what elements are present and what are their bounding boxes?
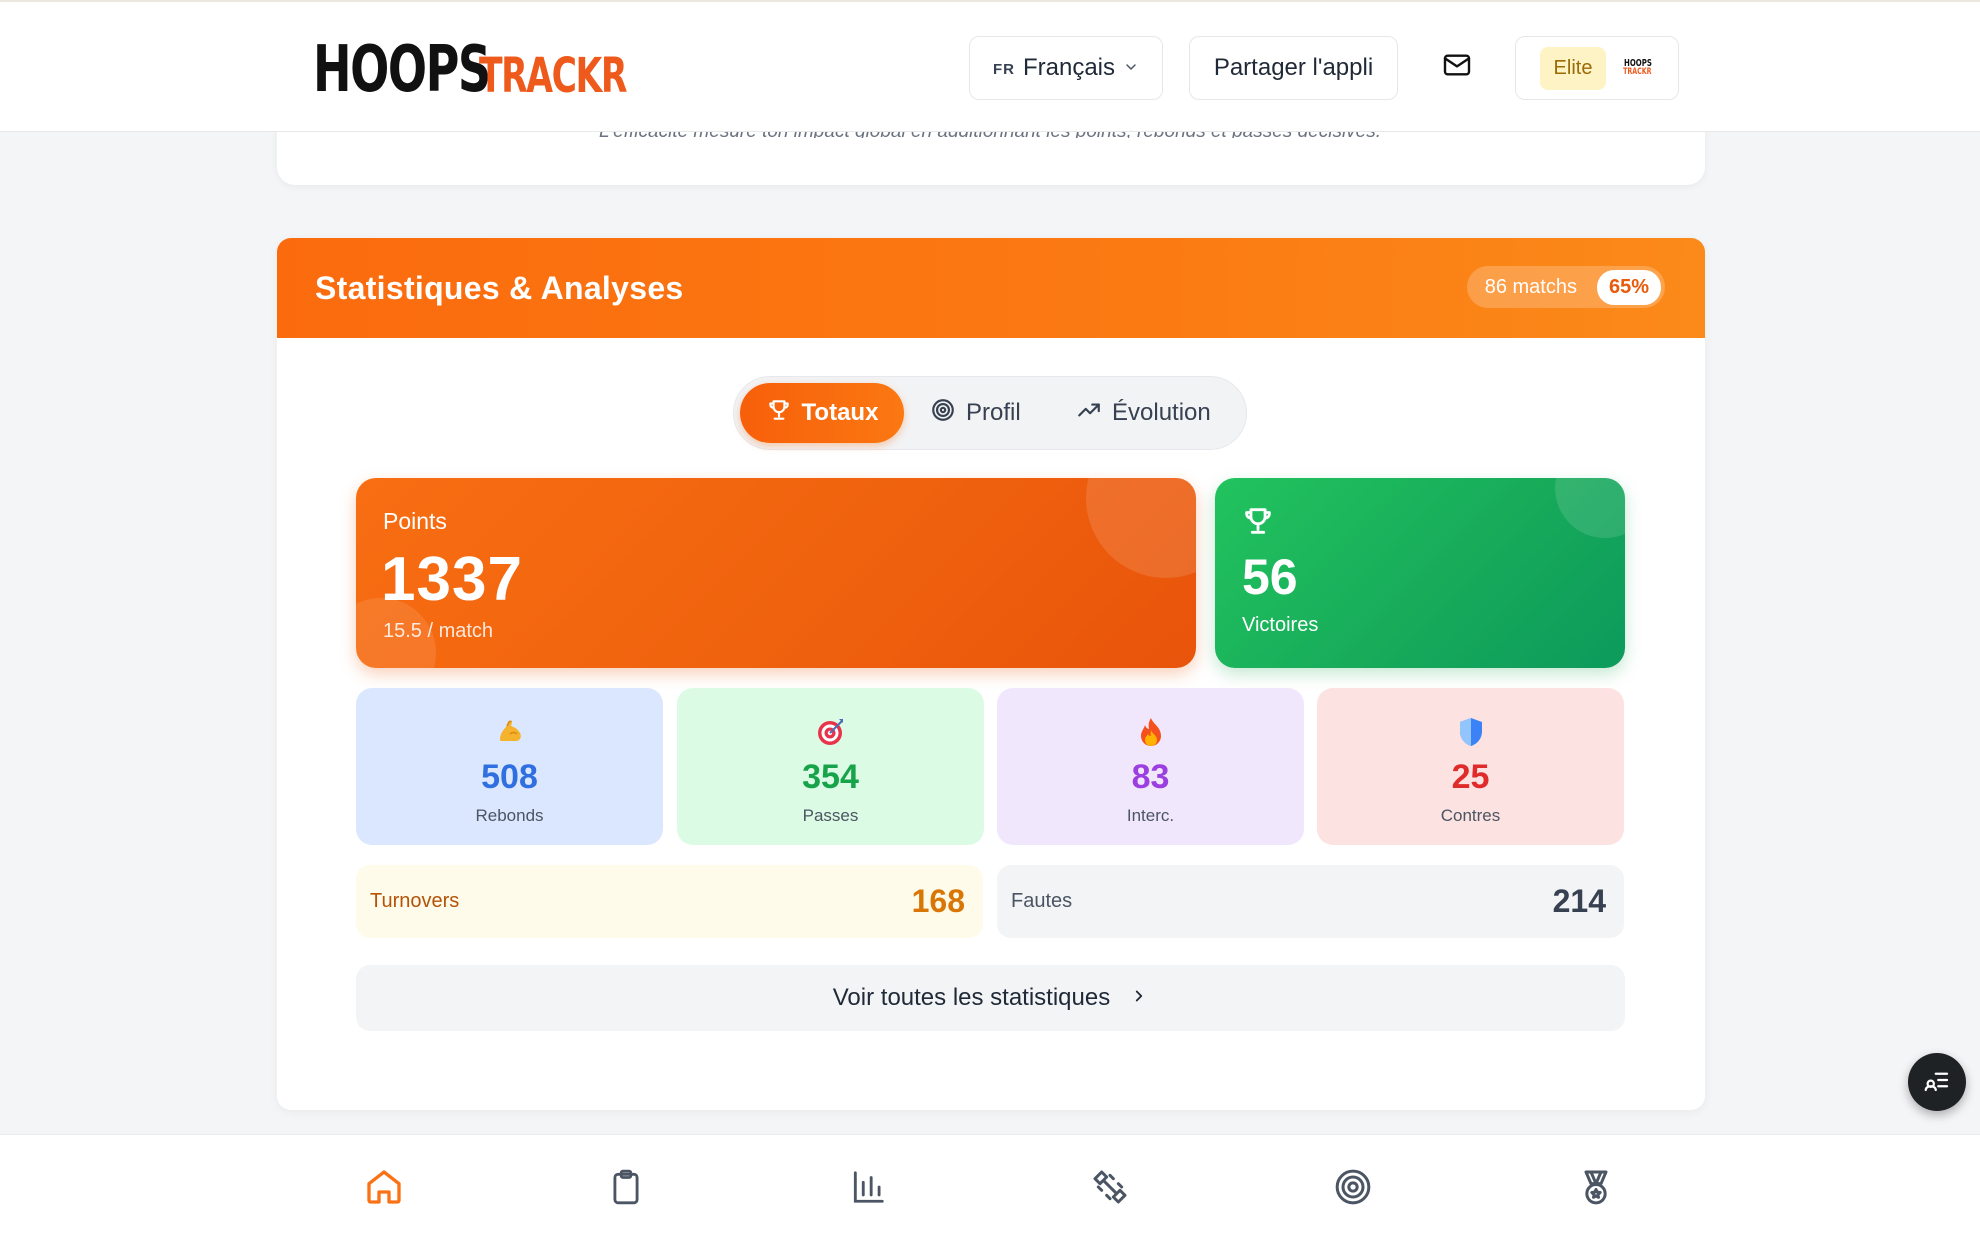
language-selector[interactable]: FR Français [969,36,1163,100]
wins-label: Victoires [1242,614,1319,636]
steals-card: 83 Interc. [997,688,1304,845]
trophy-icon [1241,504,1275,543]
win-percentage-badge: 65% [1596,269,1661,305]
target-icon [1333,1167,1373,1212]
nav-goals[interactable] [1331,1167,1375,1211]
clipboard-icon [607,1168,645,1211]
account-menu[interactable]: Elite HOOPS TRACKR [1515,36,1679,100]
logo-text-trackr: TRACKR [479,48,627,104]
tab-profil[interactable]: Profil [930,383,1021,443]
turnovers-value: 168 [911,883,965,919]
medal-icon [1576,1167,1616,1212]
matches-summary: 86 matchs 65% [1466,266,1665,308]
team-logo-bottom: TRACKR [1623,67,1652,78]
stats-tabs: Totaux Profil Évolution [733,376,1247,450]
fouls-label: Fautes [1011,890,1073,912]
nav-matches[interactable] [604,1167,648,1211]
points-value: 1337 [381,545,523,614]
turnovers-label: Turnovers [370,890,460,912]
shield-icon [1317,716,1624,748]
fouls-value: 214 [1552,883,1606,919]
assists-label: Passes [802,806,859,825]
trophy-icon [766,397,792,430]
bottom-navigation [0,1134,1980,1238]
stats-header: Statistiques & Analyses 86 matchs 65% [277,238,1705,338]
blocks-card: 25 Contres [1317,688,1624,845]
nav-achievements[interactable] [1574,1167,1618,1211]
decor-bubble [1086,478,1196,578]
stats-title: Statistiques & Analyses [315,270,684,306]
app-logo[interactable]: HOOPS TRACKR [313,32,683,102]
home-icon [364,1167,404,1212]
plan-badge: Elite [1539,46,1607,90]
tab-evolution-label: Évolution [1112,399,1211,426]
floating-menu-button[interactable] [1908,1053,1966,1111]
tab-profil-label: Profil [966,399,1021,426]
decor-bubble [1555,478,1625,538]
tab-totaux-label: Totaux [801,399,879,426]
fire-icon [997,716,1304,748]
tab-evolution[interactable]: Évolution [1076,383,1211,443]
blocks-value: 25 [1451,758,1490,796]
chevron-right-icon [1130,984,1148,1012]
mail-icon [1441,49,1473,88]
direct-hit-icon [677,716,984,748]
dumbbell-icon [1090,1167,1130,1212]
user-list-icon [1922,1065,1952,1100]
wins-value: 56 [1242,549,1298,605]
team-logo: HOOPS TRACKR [1620,51,1654,85]
mail-button[interactable] [1424,36,1490,100]
nav-stats[interactable] [846,1167,890,1211]
assists-card: 354 Passes [677,688,984,845]
blocks-label: Contres [1440,806,1501,825]
flexed-biceps-icon [356,716,663,748]
points-card: Points 1337 15.5 / match [356,478,1196,668]
see-all-stats-button[interactable]: Voir toutes les statistiques [356,965,1625,1031]
tab-totaux[interactable]: Totaux [740,383,904,443]
share-app-label: Partager l'appli [1213,54,1374,81]
turnovers-row: Turnovers 168 [356,865,983,938]
fouls-row: Fautes 214 [997,865,1624,938]
assists-value: 354 [802,758,859,796]
stats-section: Statistiques & Analyses 86 matchs 65% To… [277,238,1705,1110]
nav-home[interactable] [362,1167,406,1211]
bar-chart-icon [849,1168,887,1211]
rebounds-label: Rebonds [475,806,544,825]
steals-label: Interc. [1126,806,1175,825]
matches-count: 86 matchs [1484,275,1577,298]
wins-card: 56 Victoires [1215,478,1625,668]
language-code: FR [992,61,1015,78]
points-per-match: 15.5 / match [383,620,494,642]
see-all-stats-label: Voir toutes les statistiques [832,984,1111,1011]
rebounds-value: 508 [481,758,538,796]
steals-value: 83 [1131,758,1170,796]
app-header: HOOPS TRACKR FR Français Partager l'appl… [0,0,1980,132]
logo-text-hoops: HOOPS [313,33,491,107]
target-icon [930,397,956,430]
trending-up-icon [1076,397,1102,430]
share-app-button[interactable]: Partager l'appli [1189,36,1398,100]
points-label: Points [383,508,447,534]
rebounds-card: 508 Rebonds [356,688,663,845]
nav-training[interactable] [1088,1167,1132,1211]
chevron-down-icon [1123,54,1139,82]
language-label: Français [1022,54,1116,81]
